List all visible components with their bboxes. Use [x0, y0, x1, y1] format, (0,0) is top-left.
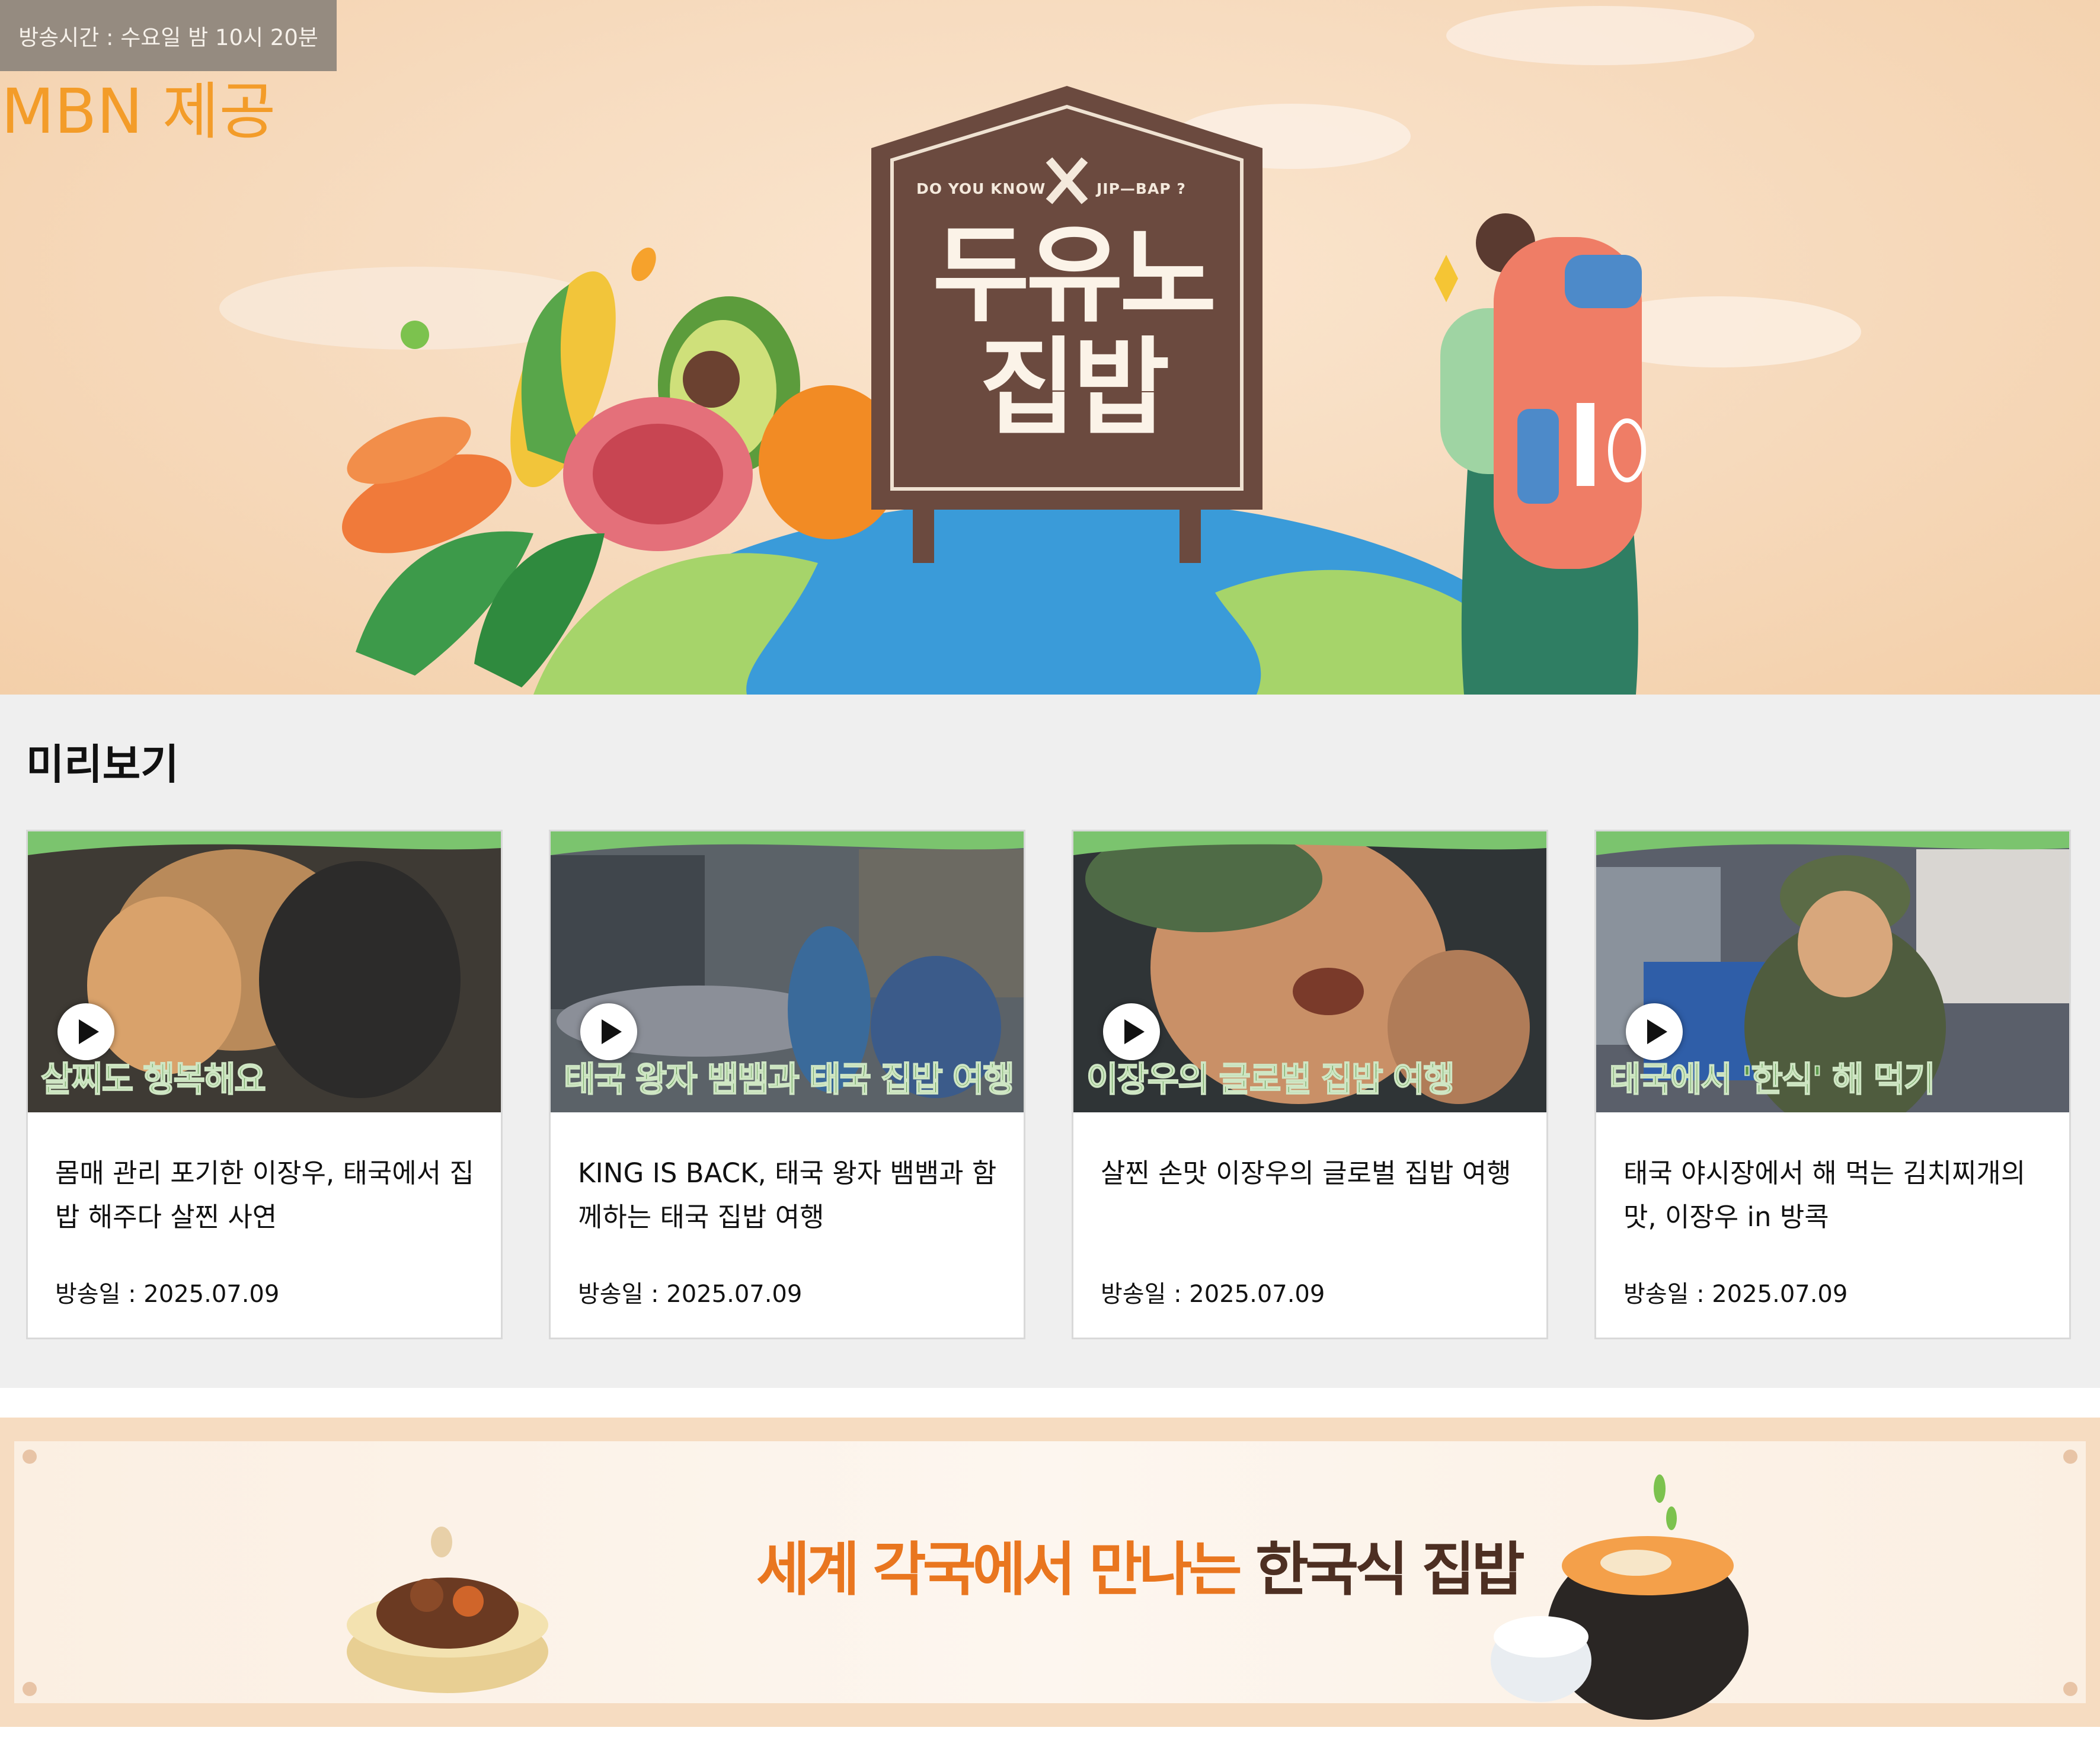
thumbnail-caption: 태국 왕자 뱀뱀과 태국 집밥 여행 — [563, 1058, 1015, 1100]
promo-banner[interactable]: 세계 각국에서 만나는 한국식 집밥 — [0, 1418, 2100, 1727]
banner-dark-text: 한국식 집밥 — [1255, 1536, 1525, 1604]
preview-card[interactable]: 태국 왕자 뱀뱀과 태국 집밥 여행 KING IS BACK, 태국 왕자 뱀… — [549, 830, 1025, 1339]
banner-highlight-text: 세계 각국 — [756, 1536, 976, 1604]
video-thumbnail[interactable]: 태국에서 '한식' 해 먹기 — [1596, 831, 2069, 1112]
preview-card[interactable]: 살찌도 행복해요 몸매 관리 포기한 이장우, 태국에서 집밥 해주다 살찐 사… — [26, 830, 503, 1339]
preview-card[interactable]: 태국에서 '한식' 해 먹기 태국 야시장에서 해 먹는 김치찌개의 맛, 이장… — [1594, 830, 2071, 1339]
sign-tagline-left: DO YOU KNOW — [916, 180, 1046, 197]
hero-banner: 방송시간 : 수요일 밤 10시 20분 MBN 제공 DO YOU KNOW … — [0, 0, 2100, 695]
card-title[interactable]: 몸매 관리 포기한 이장우, 태국에서 집밥 해주다 살찐 사연 — [55, 1151, 482, 1239]
section-title: 미리보기 — [26, 740, 179, 789]
play-icon[interactable] — [57, 1003, 114, 1060]
card-date: 방송일 : 2025.07.09 — [1623, 1281, 1848, 1308]
preview-section: 미리보기 살찌도 행복해요 몸매 관리 포기한 이장우, 태국에서 집밥 해주다… — [0, 695, 2100, 1388]
play-icon[interactable] — [1103, 1003, 1160, 1060]
video-thumbnail[interactable]: 살찌도 행복해요 — [28, 831, 501, 1112]
play-icon[interactable] — [1626, 1003, 1683, 1060]
thumbnail-caption: 이장우의 글로벌 집밥 여행 — [1086, 1058, 1456, 1100]
banner-middle-text: 에서 만나는 — [972, 1536, 1255, 1604]
banner-headline: 세계 각국에서 만나는 한국식 집밥 — [756, 1541, 1525, 1599]
card-date: 방송일 : 2025.07.09 — [578, 1281, 803, 1308]
video-thumbnail[interactable]: 이장우의 글로벌 집밥 여행 — [1073, 831, 1546, 1112]
card-title[interactable]: KING IS BACK, 태국 왕자 뱀뱀과 함께하는 태국 집밥 여행 — [578, 1151, 1005, 1239]
thumbnail-caption: 살찌도 행복해요 — [40, 1058, 267, 1100]
card-date: 방송일 : 2025.07.09 — [1101, 1281, 1325, 1308]
card-date: 방송일 : 2025.07.09 — [55, 1281, 280, 1308]
card-title[interactable]: 태국 야시장에서 해 먹는 김치찌개의 맛, 이장우 in 방콕 — [1623, 1151, 2050, 1239]
preview-card[interactable]: 이장우의 글로벌 집밥 여행 살찐 손맛 이장우의 글로벌 집밥 여행 방송일 … — [1072, 830, 1548, 1339]
play-icon[interactable] — [580, 1003, 637, 1060]
provider-text: MBN 제공 — [1, 75, 276, 148]
thumbnail-caption: 태국에서 '한식' 해 먹기 — [1609, 1058, 1936, 1100]
airtime-label: 방송시간 : 수요일 밤 10시 20분 — [0, 0, 337, 71]
sign-tagline-right: JIP—BAP ? — [1097, 180, 1186, 197]
card-title[interactable]: 살찐 손맛 이장우의 글로벌 집밥 여행 — [1101, 1151, 1527, 1195]
program-logo-title: 두유노 집밥 — [932, 214, 1216, 449]
video-thumbnail[interactable]: 태국 왕자 뱀뱀과 태국 집밥 여행 — [551, 831, 1024, 1112]
